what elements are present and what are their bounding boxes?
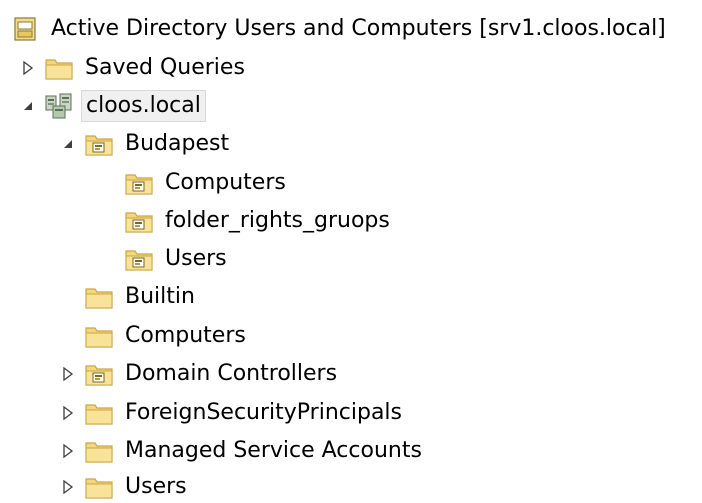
ou-folder-icon bbox=[84, 359, 114, 389]
ou-folder-icon bbox=[124, 206, 154, 236]
tree-node-domain[interactable]: cloos.local bbox=[18, 89, 206, 123]
tree-node-domain-controllers[interactable]: Domain Controllers bbox=[58, 357, 340, 391]
ou-folder-icon bbox=[84, 129, 114, 159]
tree-node-budapest-users[interactable]: Users bbox=[124, 242, 230, 276]
expand-arrow-icon[interactable] bbox=[58, 434, 78, 468]
ou-folder-icon bbox=[124, 168, 154, 198]
console-tree: Active Directory Users and Computers [sr… bbox=[0, 0, 702, 503]
tree-node-folder-rights-gruops[interactable]: folder_rights_gruops bbox=[124, 204, 393, 238]
tree-node-saved-queries[interactable]: Saved Queries bbox=[18, 51, 248, 85]
tree-node-label: Users bbox=[165, 246, 227, 271]
tree-node-users[interactable]: Users bbox=[58, 470, 190, 503]
tree-node-label: Saved Queries bbox=[85, 55, 245, 80]
tree-node-foreign-security-principals[interactable]: ForeignSecurityPrincipals bbox=[58, 396, 405, 430]
tree-node-label: Computers bbox=[165, 170, 286, 195]
tree-node-label: Active Directory Users and Computers [sr… bbox=[51, 16, 666, 41]
tree-node-label: Domain Controllers bbox=[125, 361, 338, 386]
folder-icon bbox=[44, 53, 74, 83]
folder-icon bbox=[84, 436, 114, 466]
expand-arrow-icon[interactable] bbox=[18, 51, 38, 85]
tree-node-label: folder_rights_gruops bbox=[165, 208, 390, 233]
expand-arrow-icon[interactable] bbox=[58, 396, 78, 430]
collapse-arrow-icon[interactable] bbox=[58, 127, 78, 161]
domain-icon bbox=[44, 91, 74, 121]
aduc-console-icon bbox=[10, 14, 40, 44]
tree-node-label: ForeignSecurityPrincipals bbox=[125, 400, 402, 425]
folder-icon bbox=[84, 282, 114, 312]
tree-node-root[interactable]: Active Directory Users and Computers [sr… bbox=[10, 12, 669, 46]
tree-node-computers[interactable]: Computers bbox=[84, 319, 249, 353]
tree-node-label: Computers bbox=[125, 323, 246, 348]
tree-node-label: Builtin bbox=[125, 284, 195, 309]
tree-node-label: Managed Service Accounts bbox=[125, 438, 422, 463]
tree-node-budapest-computers[interactable]: Computers bbox=[124, 166, 289, 200]
tree-node-builtin[interactable]: Builtin bbox=[84, 280, 198, 314]
ou-folder-icon bbox=[124, 244, 154, 274]
tree-node-label: Budapest bbox=[125, 131, 230, 156]
folder-icon bbox=[84, 472, 114, 502]
tree-node-label: Users bbox=[125, 473, 187, 499]
expand-arrow-icon[interactable] bbox=[58, 357, 78, 391]
folder-icon bbox=[84, 321, 114, 351]
tree-node-label: cloos.local bbox=[81, 90, 206, 122]
folder-icon bbox=[84, 398, 114, 428]
tree-node-budapest[interactable]: Budapest bbox=[58, 127, 232, 161]
tree-node-managed-service-accounts[interactable]: Managed Service Accounts bbox=[58, 434, 425, 468]
expand-arrow-icon[interactable] bbox=[58, 470, 78, 503]
collapse-arrow-icon[interactable] bbox=[18, 89, 38, 123]
